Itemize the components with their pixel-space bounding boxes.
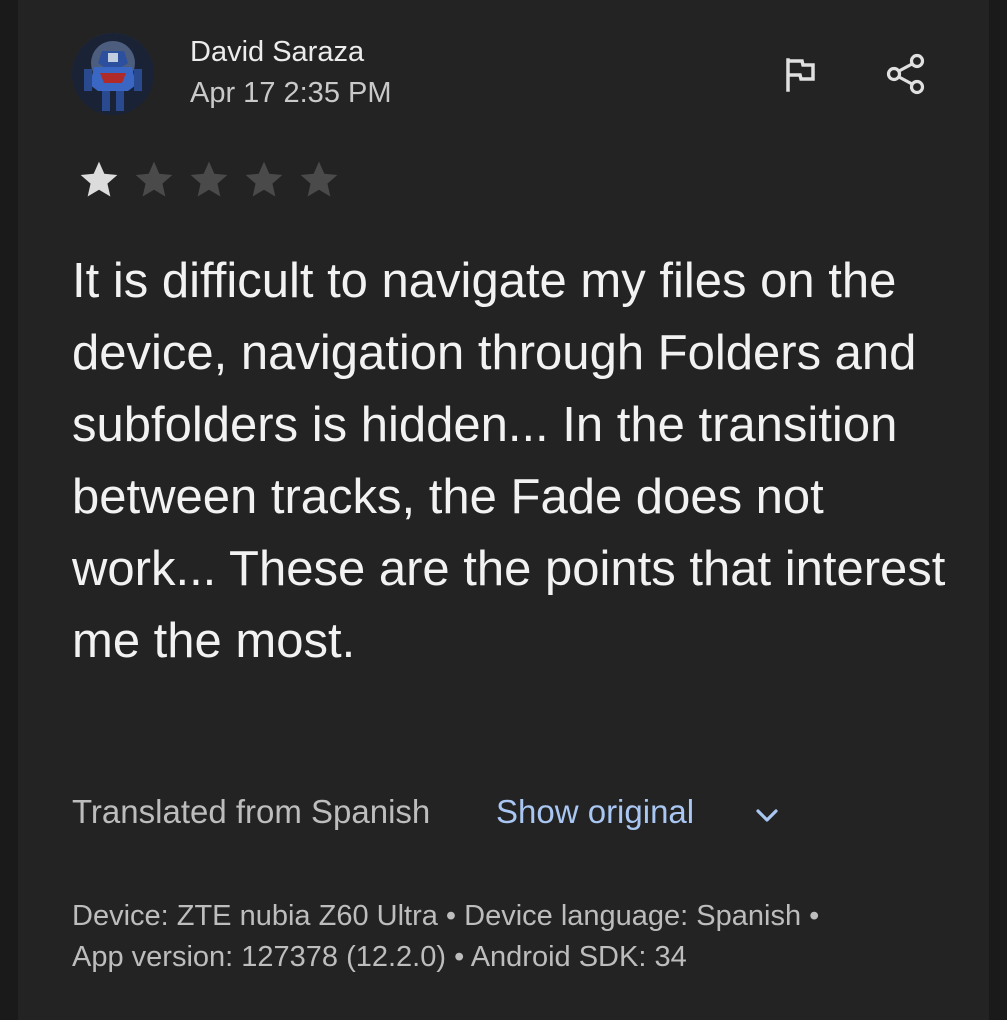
- star-empty-icon: [300, 161, 338, 197]
- robot-avatar-image: [72, 33, 154, 115]
- chevron-down-icon[interactable]: [752, 800, 782, 830]
- review-date: Apr 17 2:35 PM: [190, 77, 392, 109]
- author-name: David Saraza: [190, 36, 365, 68]
- flag-button[interactable]: [774, 48, 826, 100]
- star-rating: [76, 158, 351, 202]
- review-text: It is difficult to navigate my files on …: [72, 254, 946, 668]
- star-empty-icon: [135, 161, 173, 197]
- flag-icon: [786, 58, 815, 92]
- device-info-line2: App version: 127378 (12.2.0) • Android S…: [72, 941, 687, 973]
- review-card: David Saraza Apr 17 2:35 PM It is diffic…: [18, 0, 989, 1020]
- star-filled-icon: [80, 161, 118, 197]
- star-empty-icon: [245, 161, 283, 197]
- avatar[interactable]: [72, 33, 154, 115]
- device-info-line1: Device: ZTE nubia Z60 Ultra • Device lan…: [72, 900, 820, 932]
- share-icon: [886, 53, 925, 95]
- show-original-button[interactable]: Show original: [496, 793, 694, 831]
- translated-label: Translated from Spanish: [72, 793, 431, 830]
- device-info: Device: ZTE nubia Z60 Ultra • Device lan…: [72, 896, 952, 978]
- star-empty-icon: [190, 161, 228, 197]
- share-button[interactable]: [880, 48, 932, 100]
